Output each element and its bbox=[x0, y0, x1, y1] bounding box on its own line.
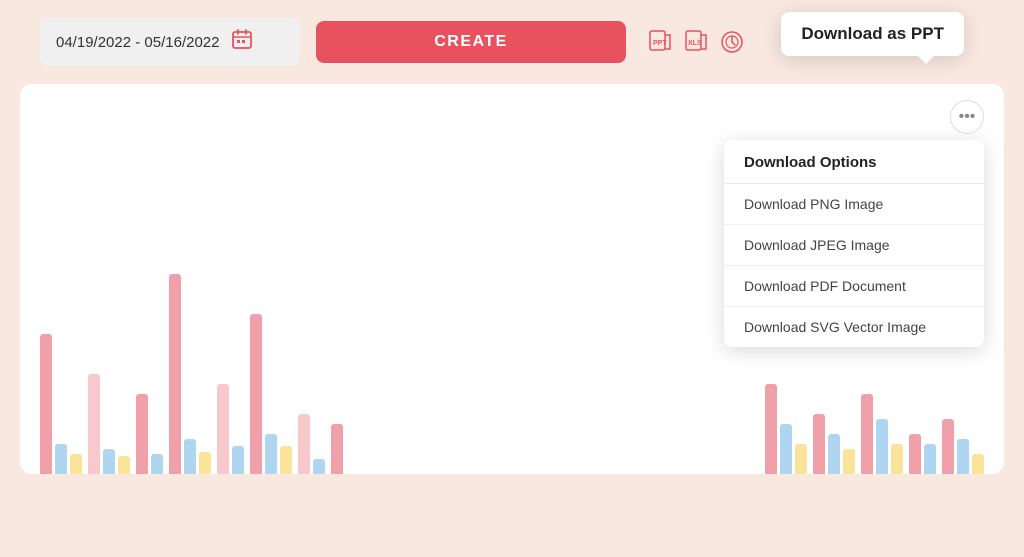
bar-group bbox=[40, 334, 82, 474]
ppt-icon[interactable]: PPT bbox=[646, 28, 674, 56]
bar-group bbox=[88, 374, 130, 474]
download-jpeg-item[interactable]: Download JPEG Image bbox=[724, 225, 984, 266]
toolbar-icons: PPT XLS bbox=[646, 28, 746, 56]
bar-group bbox=[861, 394, 903, 474]
dots-menu-button[interactable]: ••• bbox=[950, 100, 984, 134]
svg-text:PPT: PPT bbox=[653, 40, 667, 47]
bar-group bbox=[765, 384, 807, 474]
dots-icon: ••• bbox=[959, 108, 976, 126]
calendar-icon bbox=[231, 28, 253, 56]
download-svg-item[interactable]: Download SVG Vector Image bbox=[724, 307, 984, 347]
tooltip-text: Download as PPT bbox=[801, 24, 944, 43]
bar-group bbox=[942, 419, 984, 474]
create-button[interactable]: CREATE bbox=[316, 21, 626, 63]
bar-group bbox=[217, 384, 244, 474]
xls-icon[interactable]: XLS bbox=[682, 28, 710, 56]
bar-group bbox=[250, 314, 292, 474]
bar-group bbox=[909, 434, 936, 474]
bar-group bbox=[331, 424, 343, 474]
bar-group bbox=[813, 414, 855, 474]
download-png-item[interactable]: Download PNG Image bbox=[724, 184, 984, 225]
date-range-text: 04/19/2022 - 05/16/2022 bbox=[56, 34, 219, 51]
dropdown-header: Download Options bbox=[724, 140, 984, 184]
svg-text:XLS: XLS bbox=[688, 40, 702, 47]
chart-area: ••• Download Options Download PNG Image … bbox=[20, 84, 1004, 474]
schedule-icon[interactable] bbox=[718, 28, 746, 56]
date-range-input[interactable]: 04/19/2022 - 05/16/2022 bbox=[40, 18, 300, 66]
tooltip-download-ppt: Download as PPT bbox=[781, 12, 964, 56]
bar-group bbox=[136, 394, 163, 474]
bar-group bbox=[298, 414, 325, 474]
main-content: ••• Download Options Download PNG Image … bbox=[20, 84, 1004, 474]
download-options-dropdown: Download Options Download PNG Image Down… bbox=[724, 140, 984, 347]
bar-group bbox=[169, 274, 211, 474]
download-pdf-item[interactable]: Download PDF Document bbox=[724, 266, 984, 307]
